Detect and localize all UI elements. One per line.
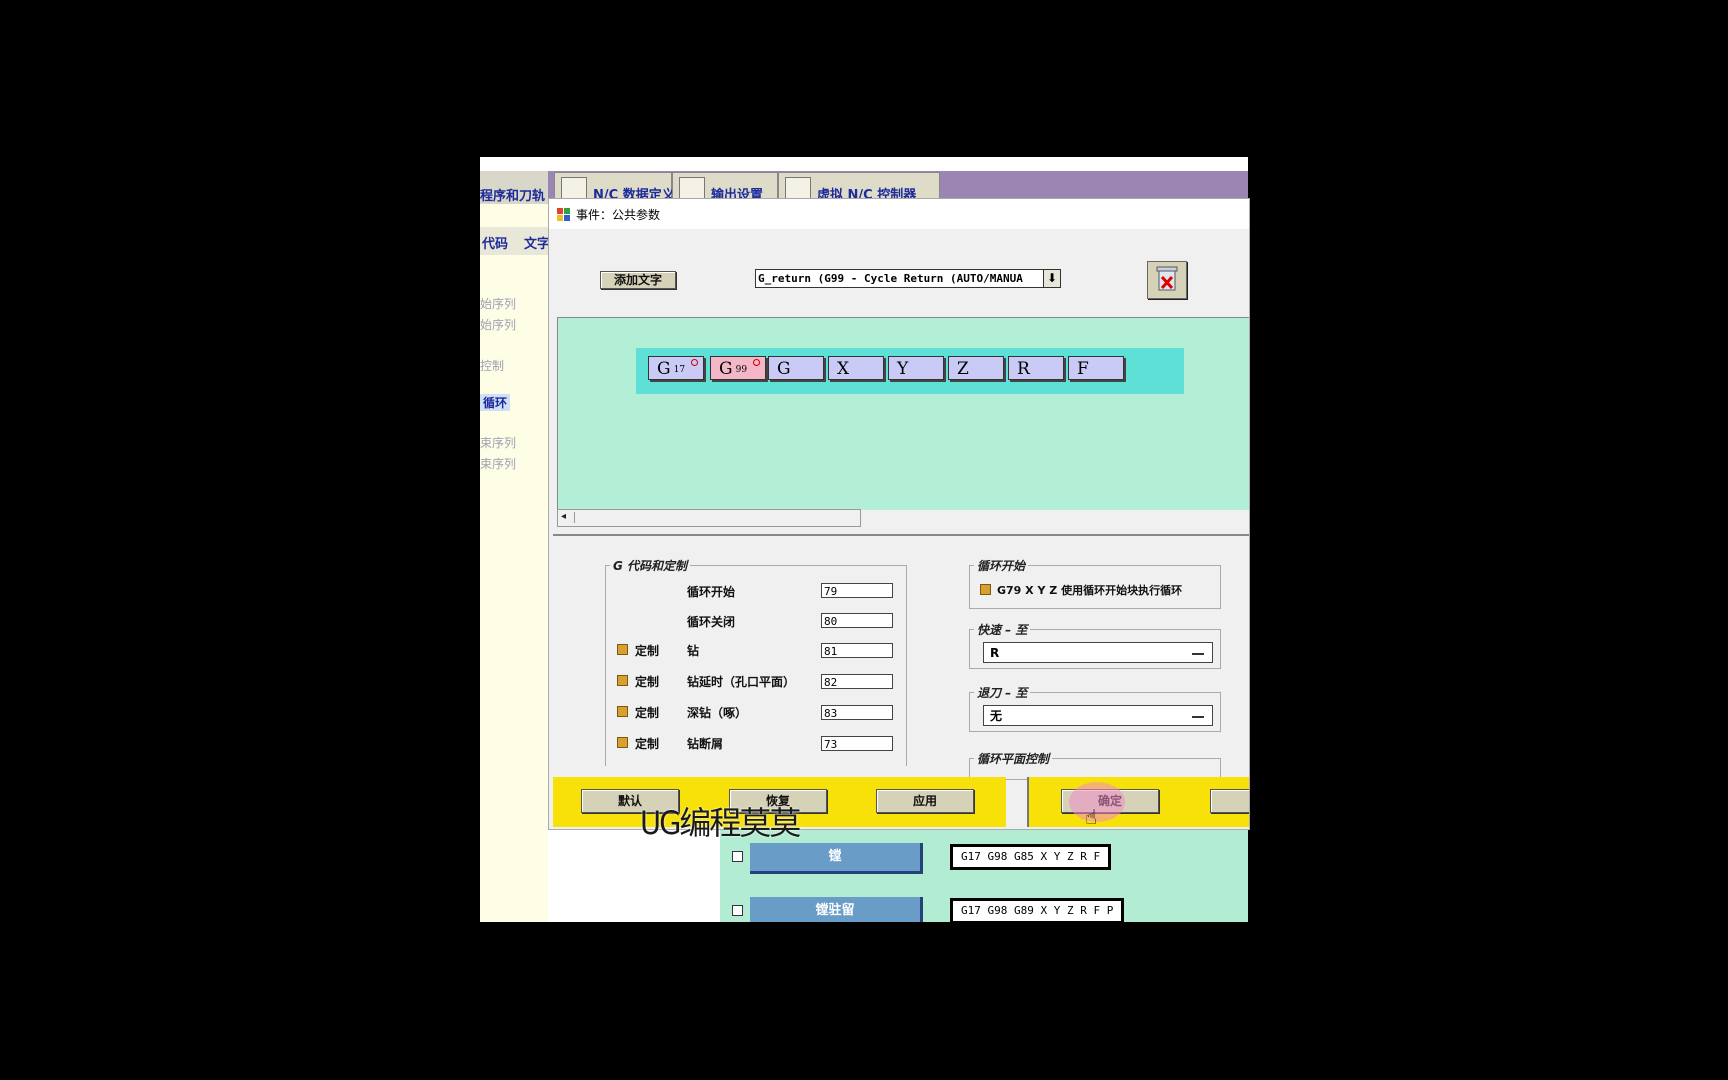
word-subscript: 17 bbox=[673, 365, 686, 375]
tree-item-program-end[interactable]: 束序列 bbox=[480, 455, 516, 472]
field-drill[interactable]: 81 bbox=[821, 643, 893, 658]
word-letter: F bbox=[1077, 359, 1089, 379]
word-letter: Z bbox=[957, 359, 969, 379]
custom-checkbox-peck-drill[interactable] bbox=[617, 706, 628, 717]
cycle-start-title: 循环开始 bbox=[974, 557, 1029, 574]
cancel-button[interactable] bbox=[1210, 789, 1249, 813]
horizontal-scrollbar[interactable]: ◂ bbox=[557, 509, 861, 527]
word-letter: G bbox=[719, 359, 733, 379]
collapse-toggle[interactable] bbox=[732, 905, 743, 916]
block-word[interactable]: G 99 bbox=[710, 356, 766, 380]
watermark: UG编程莫莫 bbox=[640, 804, 801, 842]
apply-button[interactable]: 应用 bbox=[876, 789, 974, 813]
rapid-to-title: 快速 – 至 bbox=[974, 621, 1031, 638]
custom-checkbox-drill[interactable] bbox=[617, 644, 628, 655]
word-letter: X bbox=[837, 359, 850, 379]
custom-label: 定制 bbox=[635, 706, 660, 720]
custom-label: 定制 bbox=[635, 644, 660, 658]
rapid-to-value: R bbox=[990, 646, 1000, 660]
dropdown-arrow-icon[interactable]: ⬇ bbox=[1043, 269, 1061, 288]
tree-item-program-start[interactable]: 始序列 bbox=[480, 295, 516, 312]
word-letter: R bbox=[1017, 359, 1030, 379]
cycle-start-checkbox[interactable] bbox=[980, 584, 991, 595]
event-code-bore-dwell[interactable]: G17 G98 G89 X Y Z R F P bbox=[950, 898, 1125, 922]
add-text-button[interactable]: 添加文字 bbox=[600, 271, 676, 289]
retract-to-title: 退刀 – 至 bbox=[974, 684, 1031, 701]
block-word[interactable]: G 17 bbox=[648, 356, 704, 380]
label-peck-drill: 深钻（啄） bbox=[687, 706, 748, 720]
tree-item-operation-start[interactable]: 始序列 bbox=[480, 316, 516, 333]
label-break-chip: 钻断屑 bbox=[687, 737, 724, 751]
word-letter: Y bbox=[897, 359, 909, 379]
event-word-select[interactable]: G_return (G99 - Cycle Return (AUTO/MANUA bbox=[755, 269, 1049, 288]
modal-marker-icon bbox=[691, 359, 698, 366]
label-drill-dwell: 钻延时（孔口平面） bbox=[687, 675, 796, 689]
scroll-left-icon[interactable]: ◂ bbox=[561, 511, 566, 522]
cycle-plane-title: 循环平面控制 bbox=[974, 750, 1053, 767]
dropdown-caret-icon bbox=[1192, 716, 1204, 718]
field-peck-drill[interactable]: 83 bbox=[821, 705, 893, 720]
dropdown-caret-icon bbox=[1192, 653, 1204, 655]
custom-checkbox-drill-dwell[interactable] bbox=[617, 675, 628, 686]
cycle-start-option: G79 X Y Z 使用循环开始块执行循环 bbox=[997, 584, 1183, 597]
scroll-track[interactable] bbox=[574, 512, 855, 523]
word-subscript: 99 bbox=[735, 365, 748, 375]
subtab-text[interactable]: 文字 bbox=[524, 233, 550, 252]
block-word[interactable]: G bbox=[768, 356, 824, 380]
retract-to-value: 无 bbox=[990, 709, 1003, 723]
field-break-chip[interactable]: 73 bbox=[821, 736, 893, 751]
tab-program-and-toolpath[interactable]: 程序和刀轨 bbox=[480, 185, 545, 204]
event-node-bore-dwell[interactable]: 镗驻留 bbox=[750, 897, 923, 922]
block-word[interactable]: R bbox=[1008, 356, 1064, 380]
block-editor-canvas: G 17 G 99 G X Y Z R F bbox=[557, 317, 1249, 510]
custom-checkbox-break-chip[interactable] bbox=[617, 737, 628, 748]
hand-cursor-icon: ☝ bbox=[1085, 805, 1098, 829]
block-word[interactable]: X bbox=[828, 356, 884, 380]
window-top-strip bbox=[480, 157, 1248, 171]
block-word[interactable]: Z bbox=[948, 356, 1004, 380]
field-cycle-start[interactable]: 79 bbox=[821, 583, 893, 598]
word-letter: G bbox=[777, 359, 791, 379]
field-drill-dwell[interactable]: 82 bbox=[821, 674, 893, 689]
rapid-to-select[interactable]: R bbox=[983, 642, 1213, 663]
left-panel bbox=[480, 171, 548, 922]
footer-right-bar: 确定 bbox=[1027, 777, 1249, 827]
custom-label: 定制 bbox=[635, 737, 660, 751]
custom-label: 定制 bbox=[635, 675, 660, 689]
subtab-gcode[interactable]: 代码 bbox=[482, 233, 508, 252]
dialog-titlebar: 事件：公共参数 bbox=[549, 199, 1249, 229]
event-node-bore[interactable]: 镗 bbox=[750, 843, 923, 874]
tree-item-operation-end[interactable]: 束序列 bbox=[480, 434, 516, 451]
dialog-title: 事件：公共参数 bbox=[576, 208, 661, 222]
retract-to-select[interactable]: 无 bbox=[983, 705, 1213, 726]
app-icon bbox=[557, 208, 570, 221]
collapse-toggle[interactable] bbox=[732, 851, 743, 862]
parameters-panel: G 代码和定制 循环开始 79 循环关闭 80 定制 钻 81 定制 钻延时（孔… bbox=[553, 534, 1249, 780]
tree-item-machine-control[interactable]: 控制 bbox=[480, 357, 504, 374]
modal-marker-icon bbox=[753, 359, 760, 366]
tree-item-cycles[interactable]: 循环 bbox=[480, 394, 511, 411]
block-word[interactable]: F bbox=[1068, 356, 1124, 380]
gcode-group-title: G 代码和定制 bbox=[610, 557, 691, 574]
word-letter: G bbox=[657, 359, 671, 379]
label-drill: 钻 bbox=[687, 644, 700, 658]
field-cycle-off[interactable]: 80 bbox=[821, 613, 893, 628]
trash-icon[interactable] bbox=[1147, 261, 1187, 299]
event-code-bore[interactable]: G17 G98 G85 X Y Z R F bbox=[950, 844, 1112, 870]
block-word[interactable]: Y bbox=[888, 356, 944, 380]
label-cycle-start: 循环开始 bbox=[687, 585, 736, 599]
block-word-row: G 17 G 99 G X Y Z R F bbox=[636, 348, 1184, 394]
event-dialog: 事件：公共参数 添加文字 G_return (G99 - Cycle Retur… bbox=[548, 198, 1250, 830]
label-cycle-off: 循环关闭 bbox=[687, 615, 736, 629]
